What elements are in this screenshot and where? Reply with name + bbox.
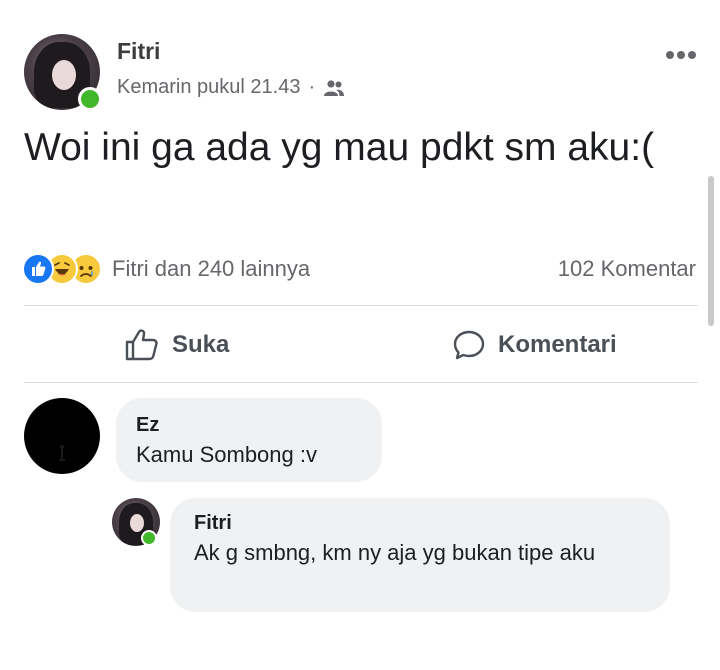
more-options-icon[interactable] [665, 48, 697, 62]
comment-author-name[interactable]: Ez [136, 414, 159, 437]
post-text: Woi ini ga ada yg mau pdkt sm aku:( [24, 126, 655, 169]
divider [24, 305, 698, 306]
like-button-label: Suka [172, 331, 230, 358]
like-reaction-icon [22, 253, 54, 285]
meta-separator: · [308, 76, 316, 98]
comment-button-label: Komentari [498, 331, 617, 358]
divider [24, 382, 698, 383]
post-timestamp[interactable]: Kemarin pukul 21.43 [117, 76, 300, 99]
online-status-indicator [78, 87, 102, 111]
post-meta: Kemarin pukul 21.43 · [117, 76, 345, 99]
reaction-count-label[interactable]: Fitri dan 240 lainnya [112, 256, 310, 282]
reactions-summary[interactable]: Fitri dan 240 lainnya [22, 253, 310, 285]
online-status-indicator [141, 530, 157, 546]
speech-bubble-icon [453, 330, 485, 360]
reply-text: Ak g smbng, km ny aja yg bukan tipe aku [194, 540, 596, 565]
reply-author-name[interactable]: Fitri [194, 512, 232, 535]
commenter-avatar[interactable] [24, 398, 100, 474]
comment-count-link[interactable]: 102 Komentar [558, 256, 696, 282]
like-button[interactable]: Suka [124, 328, 229, 362]
comment-button[interactable]: Komentari [452, 328, 617, 362]
comment-bubble: Ez Kamu Sombong :v [116, 398, 382, 482]
scrollbar[interactable] [708, 176, 714, 326]
facebook-post: Fitri Kemarin pukul 21.43 · Woi ini ga a… [0, 0, 720, 670]
comment-text: Kamu Sombong :v [136, 442, 317, 467]
post-author-name[interactable]: Fitri [117, 38, 160, 65]
people-icon[interactable] [323, 79, 345, 97]
reply-bubble: Fitri Ak g smbng, km ny aja yg bukan tip… [170, 498, 670, 612]
thumbs-up-icon [125, 329, 158, 361]
